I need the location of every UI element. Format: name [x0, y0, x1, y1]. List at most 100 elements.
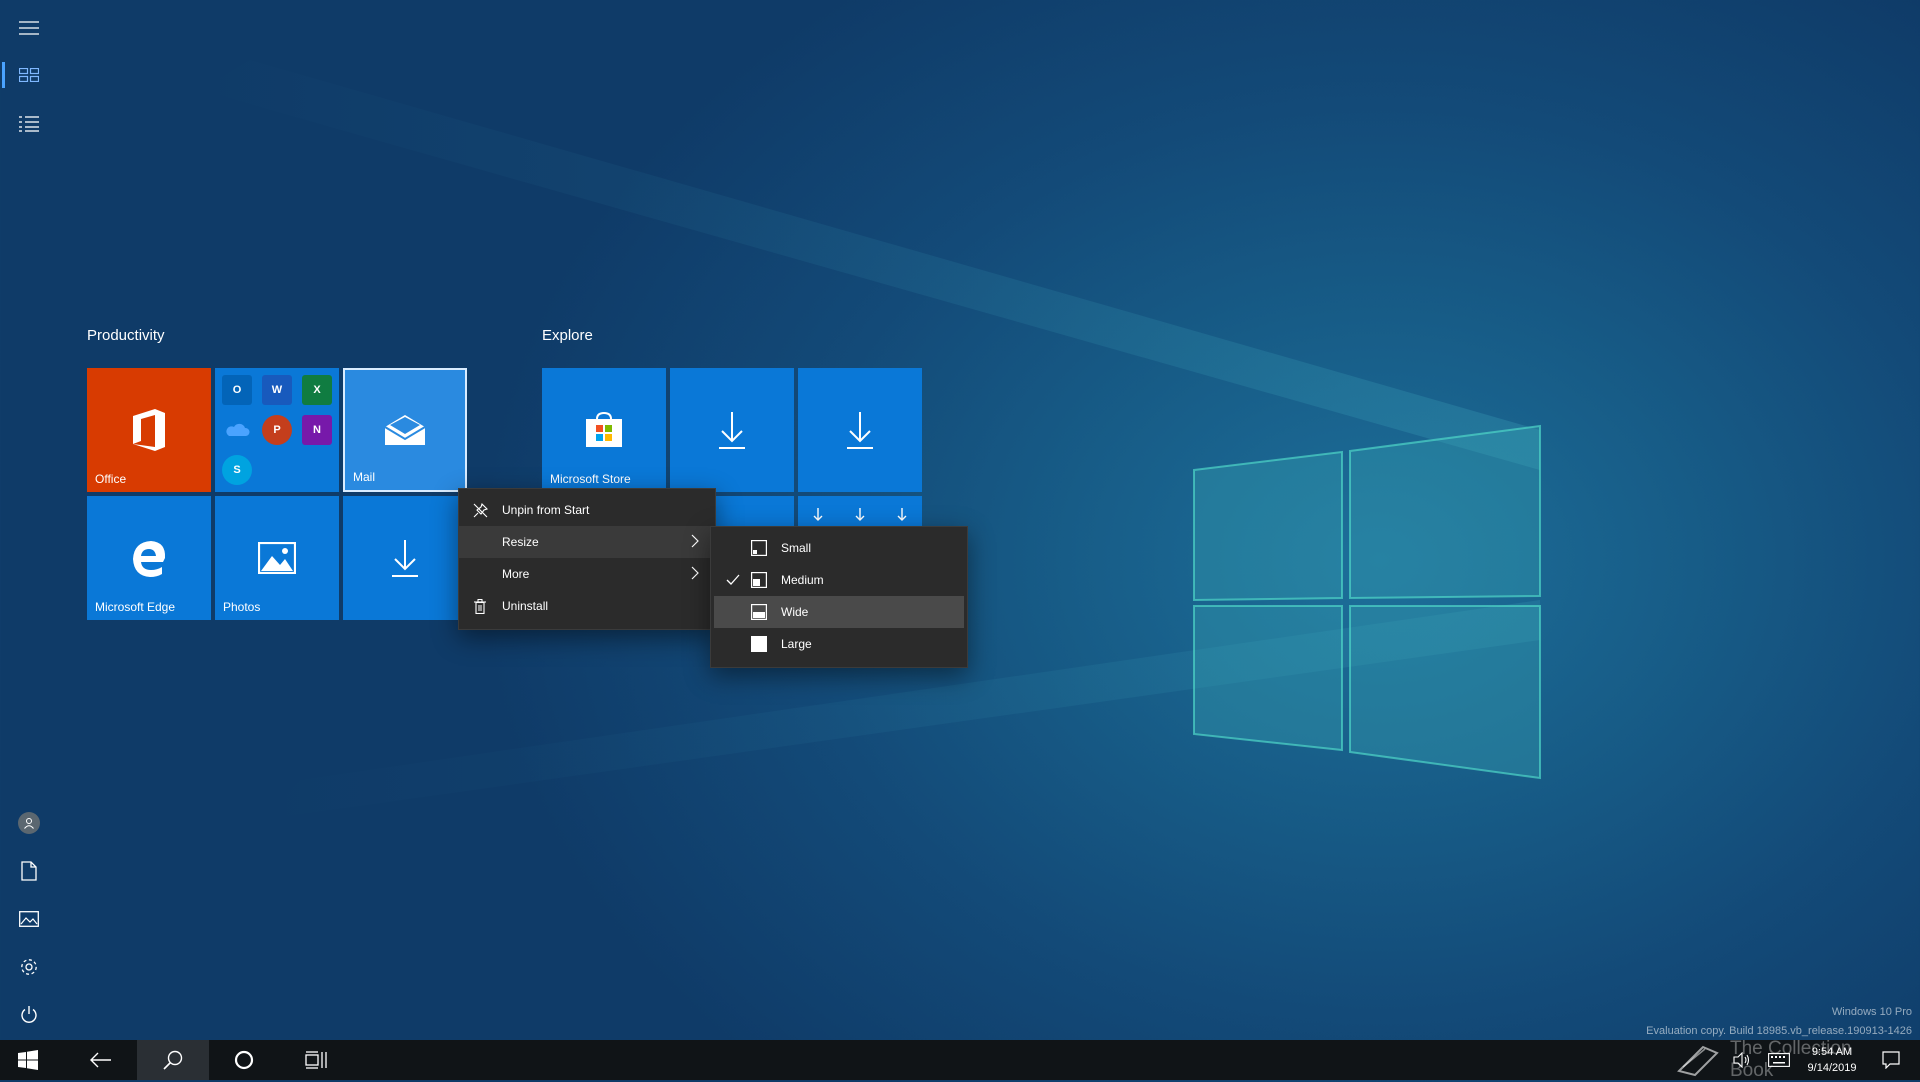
clock-date: 9/14/2019 — [1807, 1062, 1857, 1074]
task-view-icon — [305, 1051, 327, 1069]
action-center-button[interactable] — [1874, 1040, 1908, 1080]
menu-item-label: More — [502, 567, 530, 581]
download-icon — [847, 412, 873, 449]
settings-button[interactable] — [0, 944, 58, 990]
word-icon: W — [262, 375, 292, 405]
power-button[interactable] — [0, 992, 58, 1038]
resize-option-label: Medium — [781, 573, 824, 587]
excel-icon: X — [302, 375, 332, 405]
tile-downloading-app[interactable] — [343, 496, 467, 620]
group-title-explore[interactable]: Explore — [542, 327, 593, 344]
photos-icon — [258, 542, 296, 574]
windows-icon — [18, 1050, 38, 1070]
menu-item-resize[interactable]: Resize — [459, 526, 715, 558]
size-medium-icon — [751, 572, 767, 588]
tile-office-apps-folder[interactable]: O W X P N S — [215, 368, 339, 492]
resize-submenu: Small Medium Wide Large — [710, 526, 968, 668]
tile-office-label: Office — [95, 472, 127, 486]
watermark-build: Evaluation copy. Build 18985.vb_release.… — [1646, 1025, 1912, 1037]
cortana-button[interactable] — [209, 1040, 279, 1080]
menu-item-label: Uninstall — [502, 599, 549, 613]
clock-time: 9:54 AM — [1811, 1046, 1853, 1058]
back-arrow-icon — [90, 1052, 111, 1068]
skype-icon: S — [222, 455, 252, 485]
back-button[interactable] — [66, 1040, 136, 1080]
menu-item-label: Resize — [502, 535, 539, 549]
list-icon — [19, 116, 39, 132]
book-logo-icon — [1677, 1045, 1719, 1077]
group-title-productivity[interactable]: Productivity — [87, 327, 165, 344]
documents-button[interactable] — [0, 848, 58, 894]
tile-office[interactable]: Office — [87, 368, 211, 492]
menu-item-uninstall[interactable]: Uninstall — [459, 590, 715, 622]
tile-photos-label: Photos — [223, 600, 261, 614]
start-button[interactable] — [0, 1040, 56, 1080]
resize-option-label: Small — [781, 541, 812, 555]
resize-option-large[interactable]: Large — [711, 628, 967, 660]
resize-option-wide[interactable]: Wide — [714, 596, 964, 628]
checkmark-icon — [726, 574, 740, 585]
powerpoint-icon: P — [262, 415, 292, 445]
document-icon — [21, 861, 37, 881]
download-icon — [392, 540, 418, 577]
resize-option-medium[interactable]: Medium — [711, 564, 967, 596]
pinned-tiles-button[interactable] — [0, 52, 58, 98]
tile-mail-label: Mail — [353, 470, 376, 484]
resize-option-label: Wide — [781, 605, 809, 619]
search-icon — [163, 1050, 183, 1070]
onenote-icon: N — [302, 415, 332, 445]
power-icon — [21, 1006, 37, 1023]
tile-photos[interactable]: Photos — [215, 496, 339, 620]
menu-item-label: Unpin from Start — [502, 503, 590, 517]
tray-overlay-logo — [1668, 1040, 1728, 1080]
task-view-button[interactable] — [281, 1040, 351, 1080]
avatar — [18, 812, 40, 834]
onedrive-icon — [222, 415, 252, 445]
size-wide-icon — [751, 604, 767, 620]
account-button[interactable] — [0, 800, 58, 846]
menu-item-more[interactable]: More — [459, 558, 715, 590]
notification-icon — [1882, 1051, 1900, 1069]
volume-button[interactable] — [1728, 1040, 1756, 1080]
clock[interactable]: 9:54 AM 9/14/2019 — [1800, 1040, 1864, 1080]
tile-downloading-app[interactable] — [670, 368, 794, 492]
hamburger-icon — [19, 21, 39, 35]
watermark-edition: Windows 10 Pro — [1831, 1006, 1912, 1018]
user-icon — [24, 817, 34, 829]
download-icon — [719, 412, 745, 449]
tile-microsoft-edge[interactable]: Microsoft Edge — [87, 496, 211, 620]
outlook-icon: O — [222, 375, 252, 405]
cortana-icon — [234, 1050, 254, 1070]
menu-item-unpin[interactable]: Unpin from Start — [459, 494, 715, 526]
size-small-icon — [751, 540, 767, 556]
store-icon — [586, 411, 622, 447]
volume-icon — [1733, 1052, 1750, 1068]
resize-option-small[interactable]: Small — [711, 532, 967, 564]
windows-logo-wallpaper — [1193, 424, 1541, 780]
tile-edge-label: Microsoft Edge — [95, 600, 176, 614]
search-button[interactable] — [137, 1040, 209, 1080]
chevron-right-icon — [691, 566, 699, 580]
tile-store-label: Microsoft Store — [550, 472, 631, 486]
tile-mail[interactable]: Mail — [343, 368, 467, 492]
touch-keyboard-button[interactable] — [1764, 1040, 1794, 1080]
keyboard-icon — [1768, 1053, 1790, 1067]
edge-icon — [133, 541, 166, 577]
office-icon — [133, 409, 165, 451]
tile-microsoft-store[interactable]: Microsoft Store — [542, 368, 666, 492]
mail-icon — [384, 415, 426, 445]
expand-menu-button[interactable] — [0, 5, 58, 51]
unpin-icon — [473, 502, 488, 517]
chevron-right-icon — [691, 534, 699, 548]
tile-downloading-app[interactable] — [798, 368, 922, 492]
start-left-rail — [0, 0, 58, 1040]
trash-icon — [474, 598, 486, 614]
all-apps-button[interactable] — [0, 101, 58, 147]
gear-icon — [21, 959, 37, 975]
tiles-icon — [19, 68, 39, 82]
taskbar: The Collection Book 9:54 AM 9/14/2019 — [0, 1038, 1920, 1081]
tile-context-menu: Unpin from Start Resize More Uninstall — [458, 488, 716, 630]
size-large-icon — [751, 636, 767, 652]
pictures-button[interactable] — [0, 896, 58, 942]
picture-icon — [19, 911, 39, 927]
